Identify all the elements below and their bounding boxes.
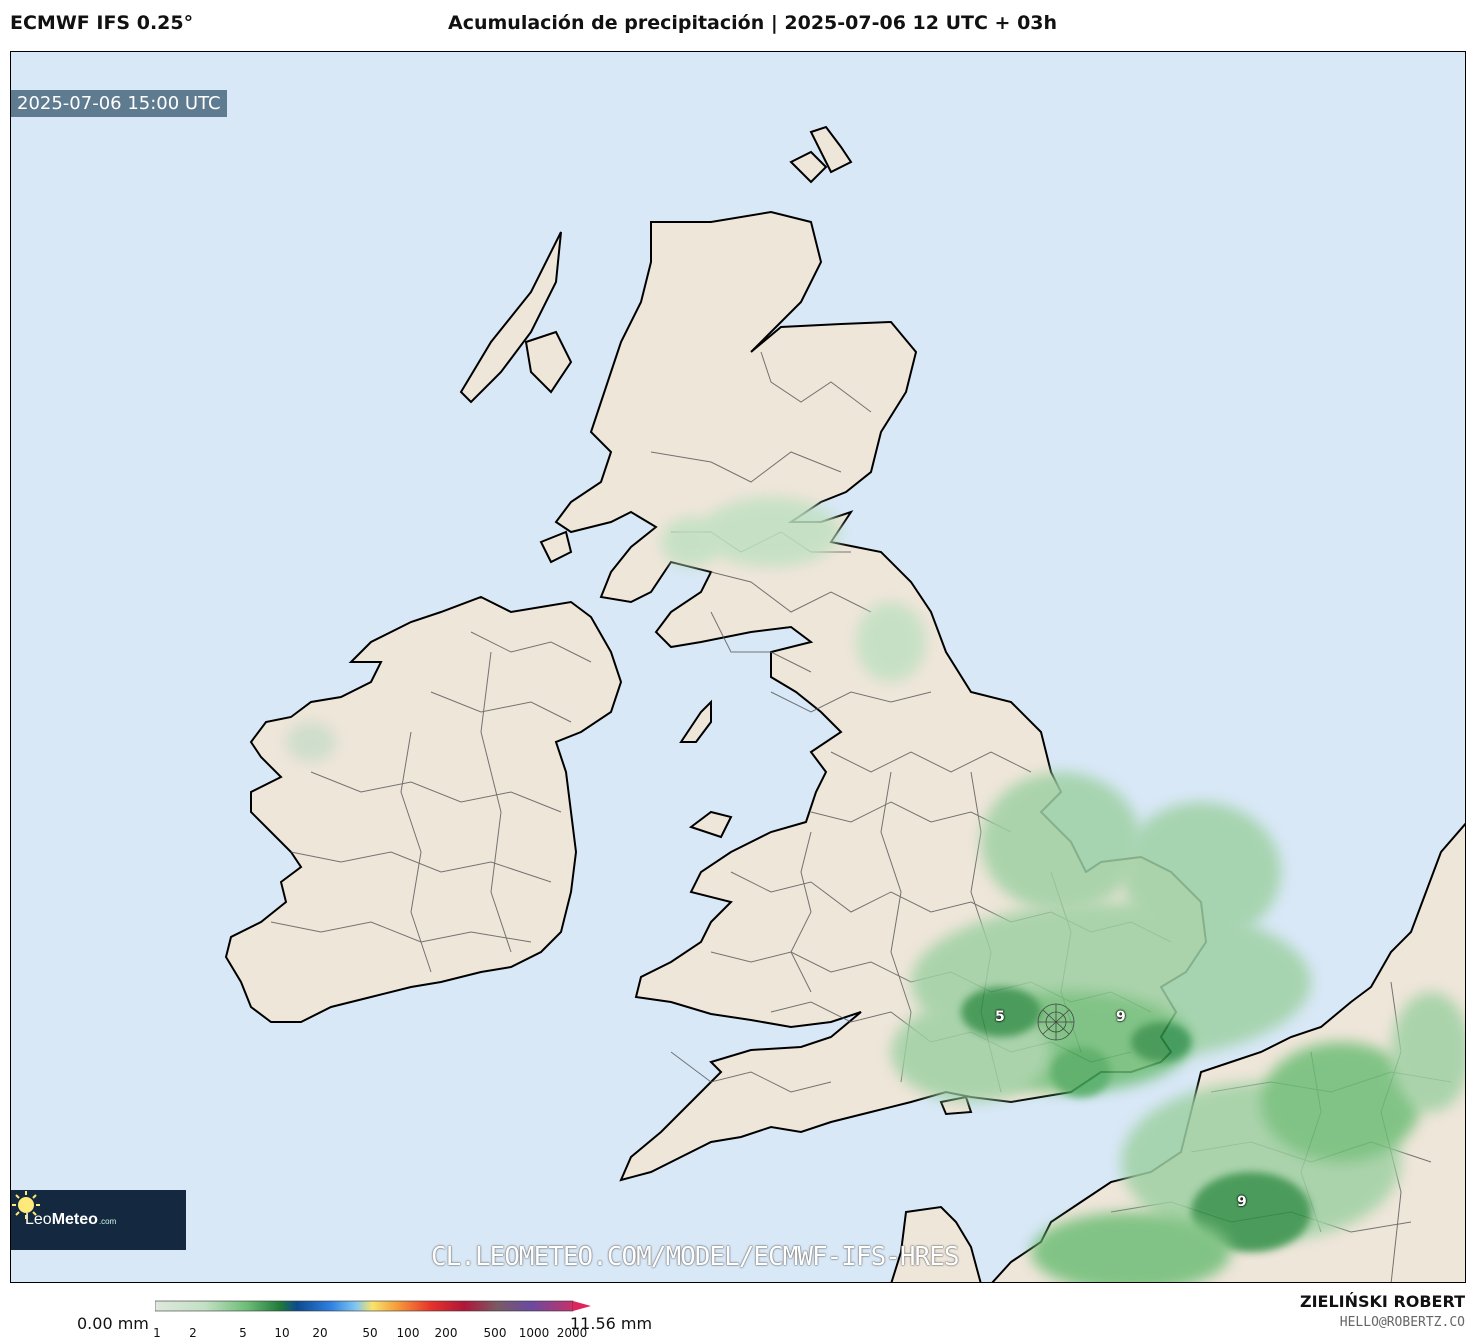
valid-time-label: 2025-07-06 15:00 UTC	[11, 90, 227, 117]
orkney	[789, 150, 828, 184]
colorbar-tick: 200	[434, 1326, 458, 1340]
colorbar-tick: 20	[312, 1326, 328, 1340]
colorbar-tick: 1000	[518, 1326, 550, 1340]
leometeo-logo[interactable]: LeoMeteo.com	[11, 1190, 186, 1250]
author-name: ZIELIŃSKI ROBERT	[1299, 1292, 1465, 1311]
colorbar	[155, 1300, 591, 1312]
value-label: 9	[1237, 1194, 1247, 1210]
author-email[interactable]: HELLO@ROBERTZ.CO	[1340, 1315, 1465, 1330]
colorbar-tick: 10	[274, 1326, 290, 1340]
colorbar-tick: 500	[483, 1326, 507, 1340]
value-label: 9	[1116, 1009, 1126, 1025]
colorbar-tick: 100	[396, 1326, 420, 1340]
colorbar-tick: 50	[362, 1326, 378, 1340]
value-label: 5	[995, 1009, 1005, 1025]
colorbar-tick: 1	[153, 1326, 161, 1340]
map-frame[interactable]: 2025-07-06 15:00 UTC 5 9 9 LeoMeteo.com …	[10, 51, 1466, 1283]
watermark-url: CL.LEOMETEO.COM/MODEL/ECMWF-IFS-HRES	[431, 1242, 960, 1272]
colorbar-min-label: 0.00 mm	[77, 1314, 149, 1333]
colorbar-tick: 5	[239, 1326, 247, 1340]
sun-icon	[12, 1191, 40, 1219]
london-boroughs	[1037, 1003, 1075, 1041]
colorbar-tick: 2000	[556, 1326, 588, 1340]
colorbar-tick: 2	[189, 1326, 197, 1340]
anglesey	[688, 810, 733, 839]
map-canvas	[224, 125, 1465, 1282]
ireland-landmass	[224, 595, 623, 1023]
skye	[524, 330, 573, 394]
islay	[539, 530, 573, 564]
map-title: Acumulación de precipitación | 2025-07-0…	[448, 12, 1058, 34]
isle-of-man	[679, 699, 712, 743]
model-name: ECMWF IFS 0.25°	[10, 12, 194, 34]
